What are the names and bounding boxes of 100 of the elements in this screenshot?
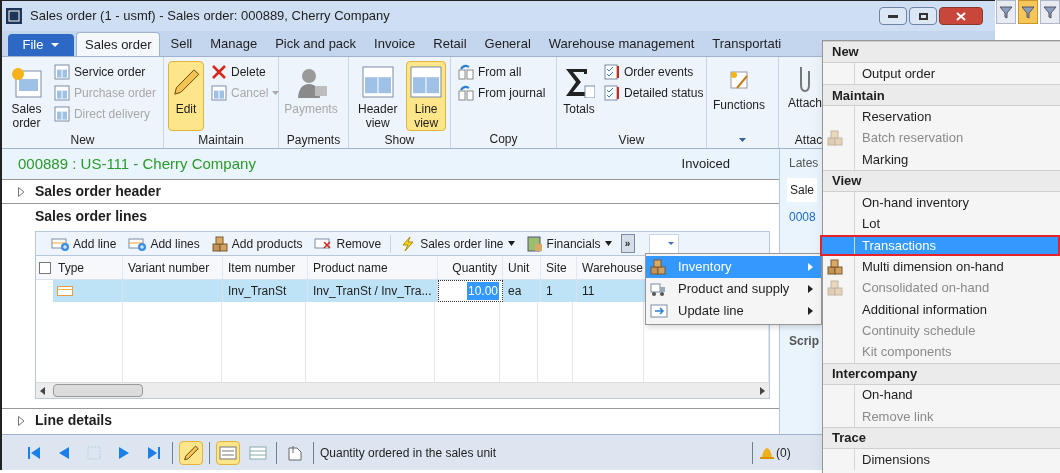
lightning-icon bbox=[400, 235, 417, 252]
toolbar-button[interactable]: Add products bbox=[208, 233, 306, 254]
menu-item[interactable]: On-hand inventory bbox=[823, 192, 1060, 214]
section-header[interactable]: Line details bbox=[35, 410, 113, 431]
ribbon-button[interactable]: From all bbox=[455, 61, 549, 82]
toolbar-button[interactable]: Add line bbox=[48, 233, 120, 254]
boxes-icon bbox=[827, 280, 843, 296]
menu-item[interactable]: Product and supply bbox=[646, 278, 821, 300]
column-header[interactable]: Quantity bbox=[438, 256, 503, 279]
column-header[interactable]: Unit bbox=[503, 256, 541, 279]
filter-tool-button[interactable] bbox=[1040, 0, 1060, 24]
column-header[interactable]: Item number bbox=[223, 256, 308, 279]
ribbon-tab[interactable]: Pick and pack bbox=[267, 32, 365, 56]
ribbon-button[interactable]: Functions bbox=[711, 61, 767, 131]
copy-document-icon bbox=[458, 63, 474, 80]
toolbar-button[interactable]: Financials bbox=[523, 233, 615, 254]
file-menu-button[interactable]: File bbox=[8, 34, 74, 56]
menu-item[interactable]: Update line bbox=[646, 300, 821, 322]
ribbon-tab[interactable]: Transportati bbox=[704, 32, 790, 56]
caret-icon bbox=[667, 242, 674, 245]
filter-tool-button[interactable] bbox=[1018, 0, 1038, 24]
table-cell-text: ea bbox=[508, 283, 522, 300]
grid-view-icon bbox=[249, 445, 267, 460]
ribbon-button[interactable]: Line view bbox=[406, 61, 446, 131]
close-icon bbox=[956, 11, 966, 21]
copy-document-icon bbox=[458, 84, 474, 101]
ribbon-tab[interactable]: Sales order bbox=[76, 32, 161, 56]
overflow-button[interactable]: » bbox=[620, 234, 635, 253]
ribbon-tab[interactable]: Retail bbox=[425, 32, 475, 56]
ribbon-tab[interactable]: Warehouse management bbox=[540, 32, 703, 56]
filter-icon bbox=[1021, 5, 1035, 19]
new-document-icon bbox=[10, 66, 43, 98]
ribbon-tab[interactable]: Manage bbox=[202, 32, 266, 56]
calculator-icon bbox=[526, 235, 543, 252]
column-header[interactable]: Variant number bbox=[123, 256, 223, 279]
checklist-icon bbox=[604, 63, 620, 80]
horizontal-scrollbar[interactable] bbox=[36, 382, 769, 398]
menu-item[interactable]: Lot bbox=[823, 213, 1060, 235]
last-record-icon bbox=[147, 445, 161, 460]
dropdown-field[interactable] bbox=[648, 233, 679, 254]
service-order-icon bbox=[53, 63, 70, 80]
section-header[interactable]: Sales order lines bbox=[35, 205, 148, 227]
table-cell-text: 11 bbox=[582, 283, 595, 300]
toolbar-button[interactable]: Add lines bbox=[125, 233, 203, 254]
menu-item[interactable]: On-hand bbox=[823, 384, 1060, 406]
ribbon-button[interactable]: Sales order bbox=[6, 61, 47, 131]
column-header[interactable]: Type bbox=[53, 256, 123, 279]
first-record-icon bbox=[27, 445, 41, 460]
column-header[interactable]: Site bbox=[541, 256, 577, 279]
cross-icon bbox=[211, 63, 227, 80]
table-cell-text: Inv_TranSt bbox=[228, 283, 287, 300]
menu-section-header: Trace bbox=[832, 429, 866, 448]
caret-icon bbox=[739, 137, 746, 142]
ribbon-button[interactable]: Delete bbox=[208, 61, 283, 82]
group-label: Maintain bbox=[198, 132, 244, 149]
ribbon-button[interactable]: Totals bbox=[561, 61, 597, 131]
ribbon-button[interactable]: Detailed status bbox=[601, 82, 707, 103]
group-label: Payments bbox=[286, 132, 341, 149]
menu-item[interactable]: Dimensions bbox=[823, 449, 1060, 471]
toolbar-button[interactable]: Sales order line bbox=[397, 233, 518, 254]
ribbon-tab[interactable]: Invoice bbox=[366, 32, 424, 56]
section-header[interactable]: Sales order header bbox=[35, 181, 162, 202]
scroll-right-icon bbox=[760, 386, 765, 395]
dialog-launcher-button[interactable] bbox=[737, 135, 748, 144]
order-link[interactable]: 0008 bbox=[789, 208, 816, 226]
group-label: New bbox=[70, 132, 95, 149]
caret-icon bbox=[51, 43, 60, 47]
delivery-icon bbox=[53, 105, 70, 122]
record-status: Invoiced bbox=[681, 155, 730, 174]
form-view-icon bbox=[219, 445, 237, 460]
filter-tool-button[interactable] bbox=[996, 0, 1016, 24]
expand-arrow-icon[interactable] bbox=[17, 186, 27, 197]
menu-item[interactable]: Multi dimension on-hand bbox=[823, 256, 1060, 278]
caret-icon bbox=[604, 241, 612, 246]
ribbon-button[interactable]: Header view bbox=[353, 61, 403, 131]
status-bar-button[interactable] bbox=[179, 440, 203, 465]
minimize-button[interactable] bbox=[879, 7, 907, 25]
boxes-icon bbox=[827, 130, 843, 147]
ribbon-button[interactable]: Edit bbox=[168, 61, 204, 131]
ribbon-button[interactable]: Order events bbox=[601, 61, 707, 82]
next-record-icon bbox=[117, 445, 131, 460]
maximize-button[interactable] bbox=[909, 7, 937, 25]
box-add-icon bbox=[211, 235, 228, 252]
group-label: Attac bbox=[794, 132, 823, 149]
toolbar-button[interactable]: Remove bbox=[311, 233, 385, 254]
notifications-button[interactable]: (0) bbox=[759, 440, 791, 465]
expand-arrow-icon[interactable] bbox=[17, 415, 27, 426]
column-header[interactable]: Product name bbox=[308, 256, 438, 279]
close-button[interactable] bbox=[939, 7, 983, 25]
row-type-icon bbox=[57, 286, 73, 296]
menu-item[interactable]: Additional information bbox=[823, 298, 1060, 320]
ribbon-tab[interactable]: General bbox=[476, 32, 539, 56]
select-all-checkbox[interactable] bbox=[38, 261, 51, 274]
ribbon-button[interactable]: Service order bbox=[50, 61, 159, 82]
ribbon-tab[interactable]: Sell bbox=[162, 32, 201, 56]
purchase-order-icon bbox=[53, 84, 70, 101]
column-header: Sale bbox=[787, 178, 818, 202]
status-bar-button[interactable] bbox=[216, 440, 240, 465]
cancel-document-icon bbox=[211, 84, 227, 101]
ribbon-button[interactable]: From journal bbox=[455, 82, 549, 103]
